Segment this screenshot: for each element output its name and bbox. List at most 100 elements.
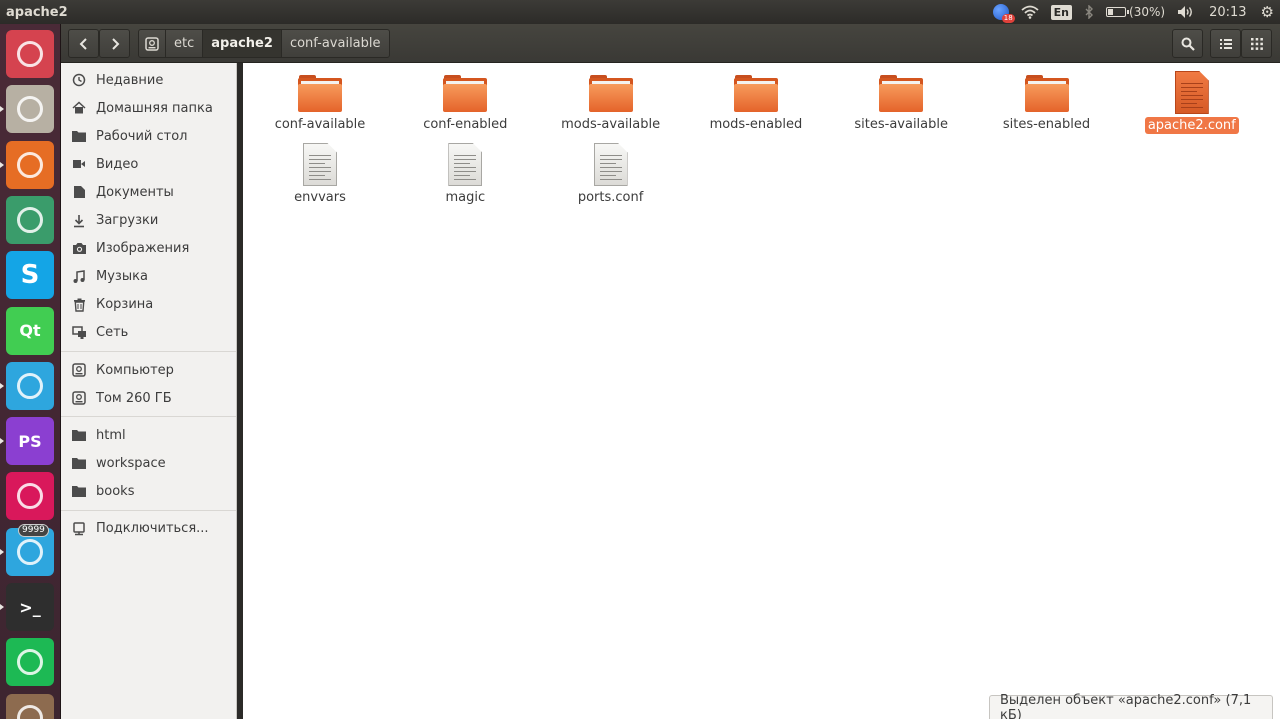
search-button[interactable] (1172, 29, 1203, 58)
sidebar-item-books[interactable]: books (61, 478, 236, 504)
file-item-sites-enabled[interactable]: sites-enabled (987, 63, 1107, 133)
sidebar-item-том-260-гб[interactable]: Том 260 ГБ (61, 385, 236, 411)
sound-indicator[interactable] (1171, 0, 1201, 24)
sidebar-item-сеть[interactable]: Сеть (61, 320, 236, 346)
back-button[interactable] (68, 29, 99, 58)
wifi-indicator[interactable] (1015, 0, 1045, 24)
sidebar-item-компьютер[interactable]: Компьютер (61, 357, 236, 383)
gitkraken-icon (17, 483, 43, 510)
path-segment-conf-available[interactable]: conf-available (282, 30, 389, 57)
file-item-envvars[interactable]: envvars (260, 135, 380, 206)
sidebar-item-домашняя-папка[interactable]: Домашняя папка (61, 95, 236, 121)
launcher-telegram[interactable] (0, 361, 54, 410)
sidebar-item-html[interactable]: html (61, 422, 236, 448)
launcher-spotify[interactable] (6, 638, 54, 687)
phpstorm-icon: PS (18, 431, 42, 451)
notification-indicator[interactable]: 18 (987, 0, 1015, 24)
wifi-icon (1021, 5, 1039, 19)
sidebar-item-загрузки[interactable]: Загрузки (61, 208, 236, 234)
keyboard-layout-indicator[interactable]: En (1045, 0, 1078, 24)
launcher-gitkraken[interactable] (6, 472, 54, 521)
file-name: ports.conf (577, 190, 644, 205)
file-item-magic[interactable]: magic (405, 135, 525, 206)
folder-icon (298, 75, 342, 113)
folder-icon (879, 75, 924, 113)
file-name: conf-available (274, 117, 366, 132)
sidebar-item-рабочий-стол[interactable]: Рабочий стол (61, 123, 236, 149)
sidebar-item-label: Музыка (96, 269, 148, 285)
sidebar-item-изображения[interactable]: Изображения (61, 236, 236, 262)
sidebar-item-label: Сеть (96, 325, 129, 341)
telegram-2-icon (17, 538, 43, 565)
file-view[interactable]: conf-available conf-enabled mods-available… (243, 63, 1280, 719)
sidebar-item-workspace[interactable]: workspace (61, 450, 236, 476)
file-item-conf-available[interactable]: conf-available (260, 63, 380, 133)
sidebar-item-label: Корзина (96, 297, 154, 313)
video-icon (70, 155, 88, 173)
trash-icon (17, 704, 43, 719)
sidebar-item-label: Том 260 ГБ (96, 390, 172, 406)
launcher-ubuntu-dash[interactable] (6, 30, 54, 78)
path-segment-apache2[interactable]: apache2 (203, 30, 282, 57)
toolbar: etc apache2 conf-available (61, 24, 1280, 63)
telegram-icon (17, 372, 43, 399)
launcher: S Qt PS 9999 >_ (0, 24, 61, 719)
text-file-icon (303, 143, 337, 186)
firefox-icon (17, 151, 43, 178)
list-view-button[interactable] (1210, 29, 1241, 58)
file-item-conf-enabled[interactable]: conf-enabled (405, 63, 525, 133)
drive-icon (70, 361, 88, 379)
launcher-atom[interactable] (6, 195, 54, 244)
sidebar-item-label: Документы (96, 184, 174, 200)
gear-icon: ⚙ (1260, 3, 1274, 21)
launcher-telegram-2[interactable]: 9999 (0, 523, 54, 576)
grid-view-button[interactable] (1241, 29, 1272, 58)
document-icon (70, 183, 88, 201)
sidebar-item-подключиться[interactable]: Подключиться... (61, 516, 236, 542)
folder-icon (70, 482, 88, 500)
file-item-ports-conf[interactable]: ports.conf (551, 135, 671, 206)
text-file-icon (448, 143, 483, 186)
launcher-phpstorm[interactable]: PS (0, 417, 54, 466)
qt-creator-icon: Qt (19, 321, 41, 340)
launcher-firefox[interactable] (0, 140, 54, 189)
sidebar-item-музыка[interactable]: Музыка (61, 264, 236, 290)
folder-icon (70, 426, 88, 444)
sidebar-item-видео[interactable]: Видео (61, 151, 236, 177)
path-root-button[interactable] (139, 30, 166, 57)
sidebar-item-label: html (96, 427, 126, 443)
path-segment-etc[interactable]: etc (166, 30, 204, 57)
file-name: envvars (294, 190, 346, 205)
file-item-mods-enabled[interactable]: mods-enabled (696, 63, 816, 133)
server-icon (70, 520, 88, 538)
file-item-mods-available[interactable]: mods-available (551, 63, 671, 133)
spotify-icon (17, 649, 43, 676)
file-item-apache2-conf[interactable]: apache2.conf (1132, 63, 1252, 134)
bluetooth-indicator[interactable] (1078, 0, 1100, 24)
files-icon (17, 96, 43, 123)
file-name: apache2.conf (1144, 117, 1239, 134)
drive-icon (145, 36, 159, 51)
sidebar-item-документы[interactable]: Документы (61, 179, 236, 205)
notification-count: 18 (1001, 14, 1015, 23)
launcher-trash[interactable] (6, 693, 54, 719)
sidebar-item-корзина[interactable]: Корзина (61, 292, 236, 318)
launcher-skype[interactable]: S (6, 251, 54, 300)
launcher-qt-creator[interactable]: Qt (6, 306, 54, 355)
file-item-sites-available[interactable]: sites-available (841, 63, 961, 133)
grid-view-icon (1250, 37, 1263, 50)
battery-indicator[interactable]: (30%) (1100, 0, 1171, 24)
status-bar: Выделен объект «apache2.conf» (7,1 кБ) (989, 693, 1273, 719)
sidebar-item-label: workspace (96, 455, 166, 471)
launcher-terminal[interactable]: >_ (0, 583, 54, 631)
folder-icon (588, 75, 633, 113)
sidebar-item-недавние[interactable]: Недавние (61, 67, 236, 93)
top-panel: apache2 18 En (30%) 20:13 ⚙ (0, 0, 1280, 24)
speaker-icon (1178, 6, 1193, 18)
launcher-files[interactable] (0, 85, 54, 134)
clock[interactable]: 20:13 (1201, 0, 1254, 24)
sidebar: Недавние Домашняя папка Рабочий стол Видео Д… (61, 63, 237, 719)
forward-button[interactable] (99, 29, 130, 58)
session-indicator[interactable]: ⚙ (1255, 0, 1280, 24)
indicator-area: 18 En (30%) 20:13 ⚙ (987, 0, 1280, 24)
